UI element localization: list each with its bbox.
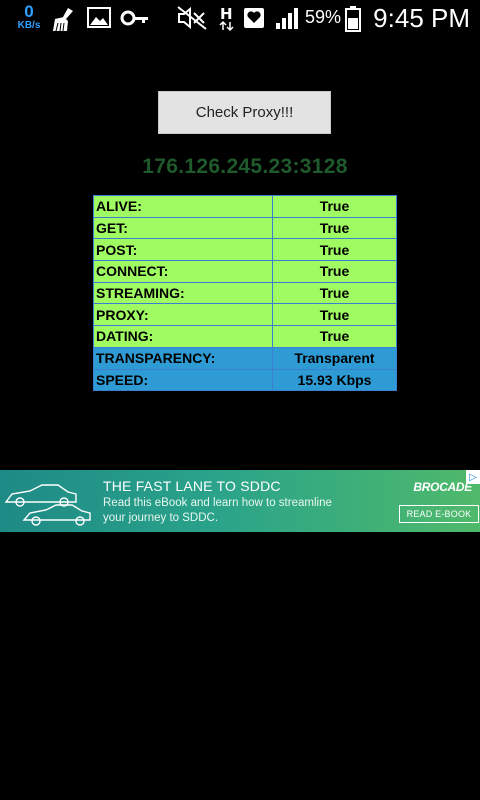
network-speed-unit: KB/s bbox=[17, 20, 41, 31]
result-label: TRANSPARENCY: bbox=[93, 346, 273, 370]
result-label: POST: bbox=[93, 238, 273, 262]
result-label: DATING: bbox=[93, 325, 273, 348]
hspa-icon: H bbox=[219, 5, 234, 32]
result-row: DATING: True bbox=[93, 325, 397, 348]
result-value: Transparent bbox=[272, 346, 397, 370]
check-proxy-button[interactable]: Check Proxy!!! bbox=[158, 91, 331, 134]
heart-icon bbox=[244, 8, 264, 28]
results-table: ALIVE: True GET: True POST: True CONNECT: True S… bbox=[93, 195, 397, 392]
ad-body-text: Read this eBook and learn how to streaml… bbox=[103, 497, 332, 524]
result-row: PROXY: True bbox=[93, 303, 397, 327]
result-value: True bbox=[272, 281, 397, 305]
result-row: POST: True bbox=[93, 238, 397, 262]
signal-icon bbox=[276, 8, 298, 29]
result-value: 15.93 Kbps bbox=[272, 368, 397, 392]
status-bar: 0 KB/s H 59% 9:45 PM bbox=[0, 0, 480, 38]
proxy-address: 176.126.245.23:3128 bbox=[142, 155, 348, 178]
clock: 9:45 PM bbox=[373, 3, 470, 33]
ad-brand-logo: BROCADE bbox=[413, 480, 472, 494]
svg-text:H: H bbox=[220, 5, 233, 23]
ad-choices-icon[interactable]: ▷ bbox=[466, 470, 480, 484]
result-label: PROXY: bbox=[93, 303, 273, 327]
result-label: SPEED: bbox=[93, 368, 273, 392]
result-value: True bbox=[272, 260, 397, 283]
result-row: GET: True bbox=[93, 216, 397, 240]
battery-icon bbox=[345, 6, 361, 32]
result-value: True bbox=[272, 303, 397, 327]
result-value: True bbox=[272, 216, 397, 240]
clean-icon bbox=[53, 8, 73, 32]
cars-illustration-icon bbox=[4, 484, 91, 526]
result-label: ALIVE: bbox=[93, 195, 273, 218]
network-speed-value: 0 bbox=[24, 2, 34, 21]
result-row: ALIVE: True bbox=[93, 195, 397, 218]
mute-icon bbox=[177, 6, 207, 30]
result-row: STREAMING: True bbox=[93, 281, 397, 305]
result-row: TRANSPARENCY: Transparent bbox=[93, 346, 397, 370]
key-icon bbox=[120, 10, 148, 26]
ad-banner[interactable]: THE FAST LANE TO SDDC Read this eBook an… bbox=[0, 470, 480, 532]
network-speed-indicator: 0 KB/s bbox=[14, 3, 44, 31]
result-label: GET: bbox=[93, 216, 273, 240]
result-value: True bbox=[272, 325, 397, 348]
ad-headline: THE FAST LANE TO SDDC bbox=[103, 478, 281, 494]
read-ebook-button[interactable]: READ E-BOOK bbox=[399, 505, 479, 523]
result-row: SPEED: 15.93 Kbps bbox=[93, 368, 397, 392]
result-label: CONNECT: bbox=[93, 260, 273, 283]
result-row: CONNECT: True bbox=[93, 260, 397, 283]
result-value: True bbox=[272, 238, 397, 262]
image-icon bbox=[87, 7, 111, 28]
battery-percent: 59% bbox=[305, 7, 342, 27]
result-value: True bbox=[272, 195, 397, 218]
result-label: STREAMING: bbox=[93, 281, 273, 305]
